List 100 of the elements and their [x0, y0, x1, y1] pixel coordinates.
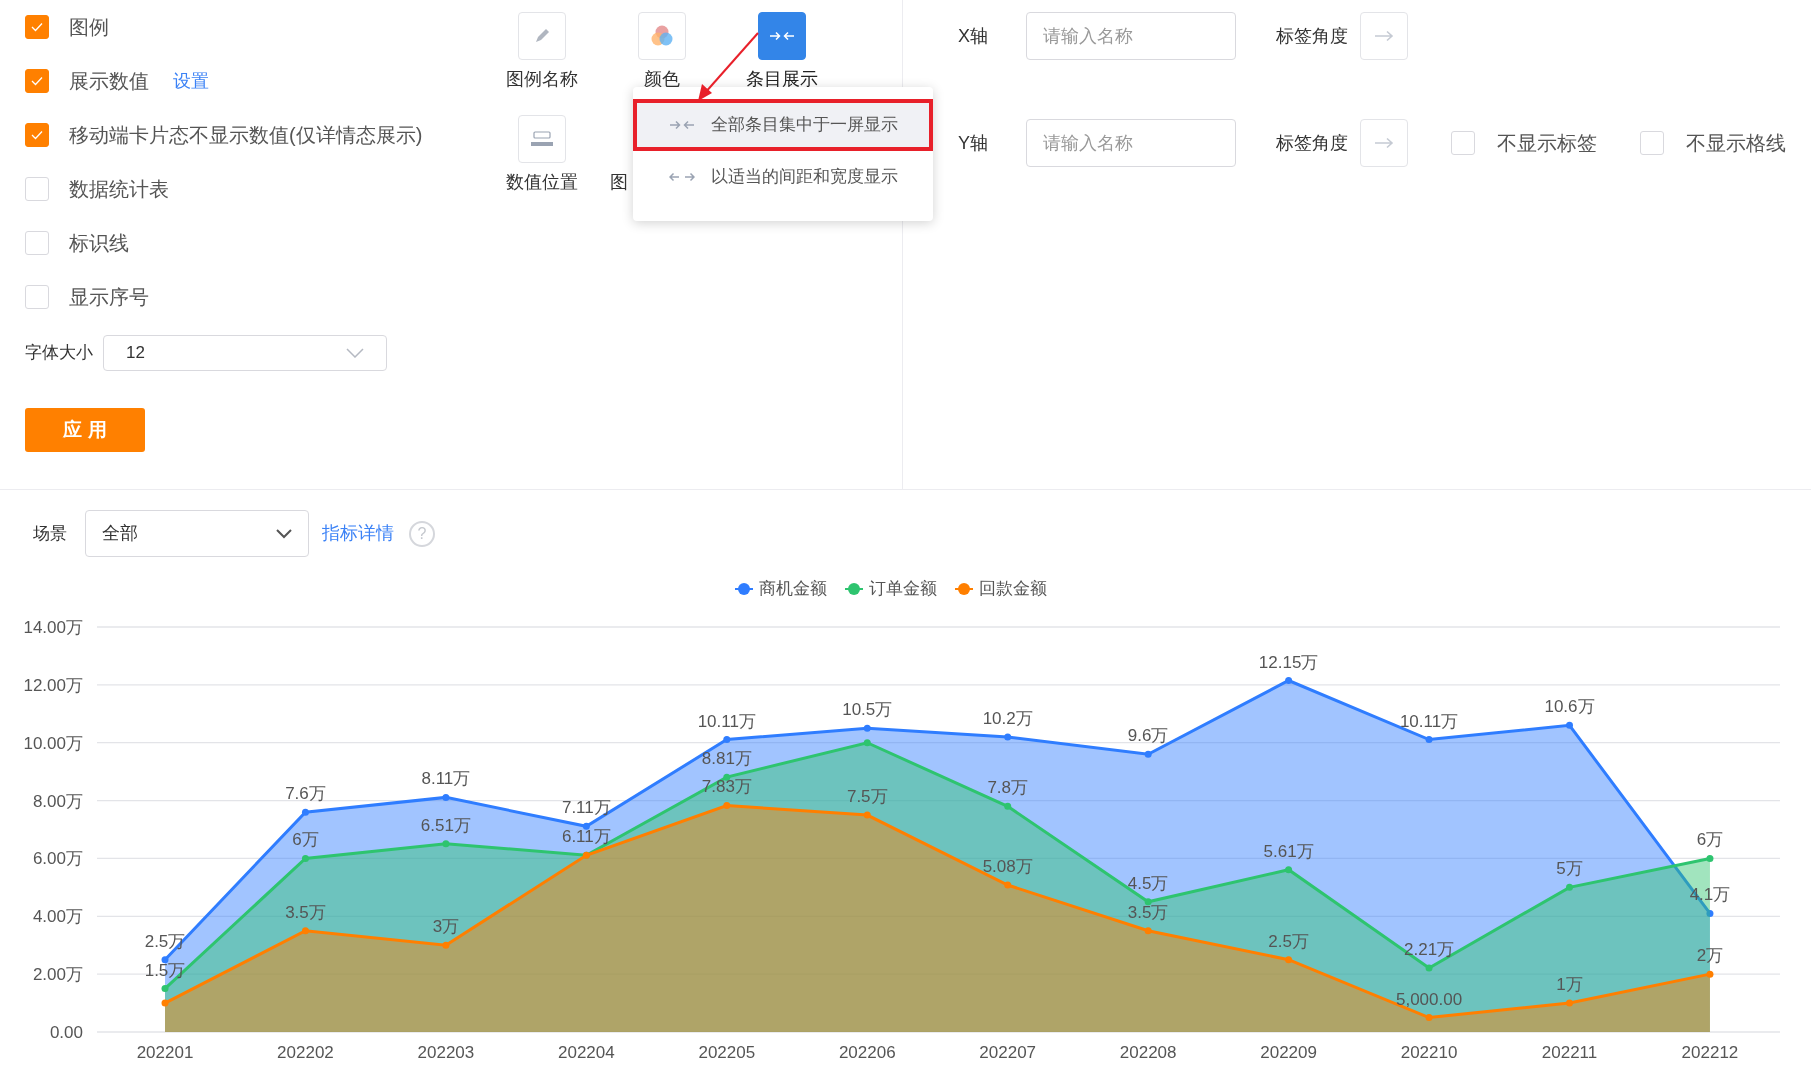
point	[1566, 999, 1573, 1007]
arrows-inward-icon	[669, 119, 695, 131]
option-label: 不显示标签	[1497, 131, 1597, 156]
value-label: 3万	[432, 917, 460, 937]
x-axis-label: 202209	[1260, 1043, 1317, 1062]
checkbox[interactable]	[25, 15, 49, 39]
angle-label: 标签角度	[1276, 24, 1348, 48]
chevron-down-icon	[346, 348, 364, 358]
y-axis-label: 0.00	[49, 1023, 83, 1042]
x-axis-label: 202208	[1119, 1043, 1177, 1062]
point	[161, 985, 169, 993]
legend-item[interactable]: 回款金额	[954, 576, 1047, 602]
value-label: 6.51万	[420, 815, 471, 835]
angle-button[interactable]	[1360, 119, 1408, 167]
value-label: 2.5万	[1268, 931, 1309, 951]
point	[1425, 736, 1433, 744]
axis-label: X轴	[958, 24, 989, 48]
tool-label: 图	[610, 171, 628, 194]
y-axis-label: 10.00万	[23, 733, 83, 753]
value-label: 9.6万	[1127, 726, 1169, 746]
value-label: 10.11万	[1399, 711, 1459, 731]
point	[1285, 956, 1293, 964]
point	[301, 854, 309, 862]
point	[1425, 1014, 1433, 1022]
field-label: 字体大小	[25, 342, 93, 365]
x-axis-label: 202210	[1400, 1043, 1458, 1062]
menu-item[interactable]: 全部条目集中于一屏显示	[633, 99, 933, 151]
chevron-down-icon	[276, 528, 292, 539]
value-label: 1.5万	[144, 960, 186, 980]
checkbox[interactable]	[25, 231, 49, 255]
point	[1285, 866, 1293, 874]
point	[301, 927, 309, 935]
point	[863, 811, 871, 819]
value-label: 10.11万	[697, 711, 756, 731]
axis-label: Y轴	[958, 131, 989, 155]
scene-select[interactable]: 全部	[85, 510, 309, 557]
y-axis-label: 6.00万	[32, 849, 83, 869]
option-label: 显示序号	[69, 285, 149, 310]
x-axis-label: 202201	[136, 1043, 194, 1062]
value-label: 5万	[1556, 859, 1583, 879]
value-label: 12.15万	[1258, 652, 1319, 672]
point	[1004, 802, 1012, 810]
settings-link[interactable]: 设置	[173, 67, 209, 95]
value-label: 6.11万	[561, 827, 611, 847]
value-label: 2.21万	[1404, 940, 1455, 960]
tool-label: 条目展示	[746, 68, 818, 91]
x-axis-label: 202203	[417, 1043, 475, 1062]
point	[442, 840, 450, 848]
font-size-select[interactable]: 12	[103, 335, 387, 371]
indicator-details-link[interactable]: 指标详情	[322, 520, 394, 547]
point	[1004, 881, 1012, 889]
value-label: 7.11万	[561, 798, 611, 818]
tool-label: 数值位置	[506, 171, 578, 194]
value-label: 5.08万	[982, 857, 1033, 877]
x-axis-label: 202207	[979, 1043, 1037, 1062]
tool-button[interactable]	[758, 12, 806, 60]
arrow-right-icon	[1374, 30, 1394, 42]
angle-button[interactable]	[1360, 12, 1408, 60]
value-label: 5.61万	[1263, 841, 1314, 861]
checkbox[interactable]	[25, 69, 49, 93]
axis-name-field[interactable]: 请输入名称	[1026, 12, 1236, 60]
value-label: 7.6万	[285, 784, 326, 804]
point	[1004, 733, 1012, 741]
value-label: 6万	[1696, 830, 1724, 850]
y-axis-label: 2.00万	[32, 965, 83, 985]
option-label: 不显示格线	[1686, 131, 1786, 156]
x-axis-label: 202204	[558, 1043, 615, 1062]
point	[1706, 970, 1714, 978]
value-label: 10.5万	[842, 700, 893, 720]
checkmark-icon	[30, 74, 44, 88]
option-label: 数据统计表	[69, 177, 169, 202]
option-label: 移动端卡片态不显示数值(仅详情态展示)	[69, 123, 423, 148]
menu-item[interactable]: 以适当的间距和宽度显示	[633, 151, 933, 203]
checkbox[interactable]	[1640, 131, 1664, 155]
checkbox[interactable]	[25, 123, 49, 147]
checkbox[interactable]	[1451, 131, 1475, 155]
x-axis-label: 202212	[1681, 1043, 1739, 1062]
value-label: 6万	[292, 830, 319, 850]
field-label: 场景	[33, 522, 67, 545]
checkbox[interactable]	[25, 177, 49, 201]
point	[723, 801, 731, 809]
value-label: 8.11万	[421, 769, 471, 789]
value-label: 3.5万	[285, 902, 326, 922]
point	[1706, 909, 1714, 917]
checkbox[interactable]	[25, 285, 49, 309]
checkmark-icon	[30, 128, 44, 142]
option-label: 展示数值	[69, 69, 149, 94]
value-label: 7.5万	[846, 787, 888, 807]
point	[442, 793, 450, 801]
point	[1566, 721, 1573, 729]
value-label: 10.6万	[1544, 697, 1595, 717]
value-position-icon	[528, 129, 556, 149]
legend-item[interactable]: 商机金额	[734, 576, 827, 602]
x-axis-label: 202202	[277, 1043, 334, 1062]
point	[1706, 854, 1714, 862]
tool-label: 图例名称	[506, 68, 578, 91]
axis-name-field[interactable]: 请输入名称	[1026, 119, 1236, 167]
legend-item[interactable]: 订单金额	[844, 576, 937, 602]
value-label: 4.5万	[1127, 873, 1169, 893]
point	[723, 736, 731, 744]
